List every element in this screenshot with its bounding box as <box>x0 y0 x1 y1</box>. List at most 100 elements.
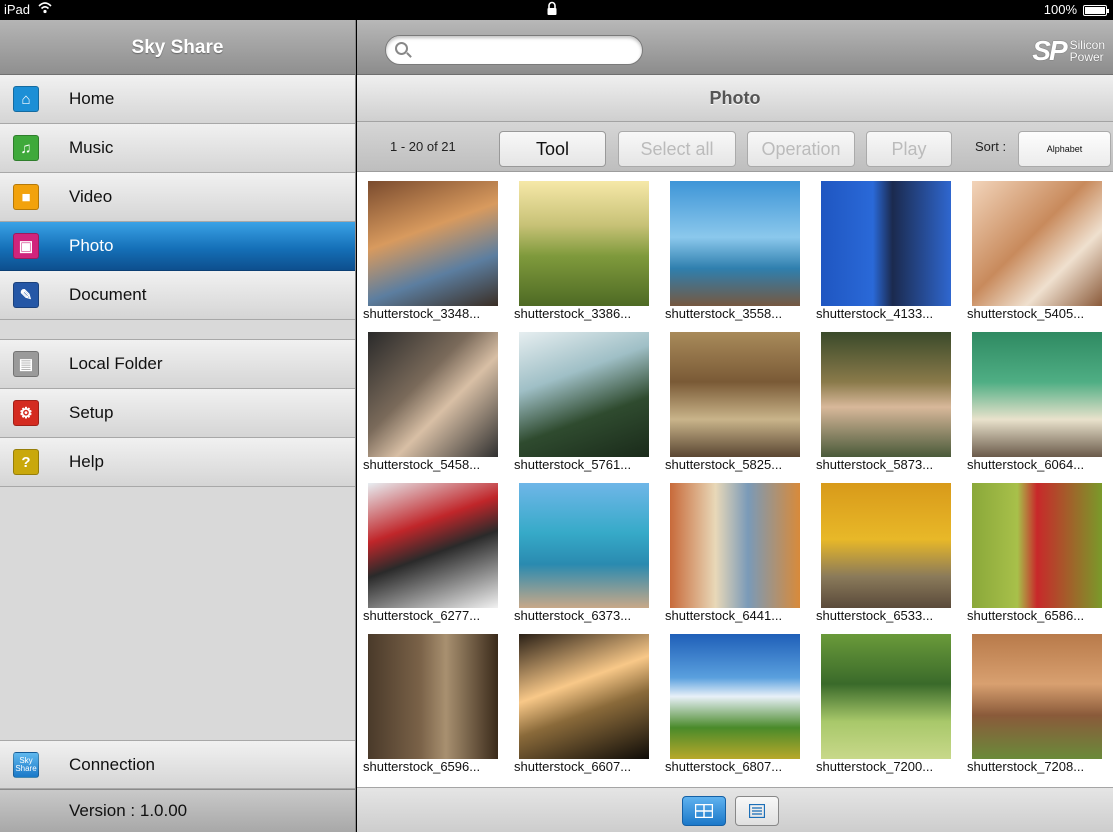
nav-group-tools: ▤ Local Folder ⚙ Setup? Help <box>0 340 355 487</box>
tool-button[interactable]: Tool <box>499 131 606 167</box>
photo-tile[interactable]: shutterstock_6596... <box>357 625 508 776</box>
sidebar-item-label: Help <box>69 452 104 471</box>
lock-icon <box>546 1 558 19</box>
photo-thumbnail[interactable] <box>821 181 951 306</box>
photo-thumbnail[interactable] <box>821 332 951 457</box>
sort-select[interactable]: Alphabet <box>1018 131 1111 167</box>
photo-tile[interactable]: shutterstock_6607... <box>508 625 659 776</box>
photo-thumbnail[interactable] <box>368 634 498 759</box>
photo-thumbnail[interactable] <box>670 634 800 759</box>
photo-thumbnail[interactable] <box>519 332 649 457</box>
photo-tile[interactable]: shutterstock_3386... <box>508 172 659 323</box>
document-icon: ✎ <box>13 282 39 308</box>
photo-filename: shutterstock_3386... <box>514 306 632 321</box>
select-all-button[interactable]: Select all <box>618 131 736 167</box>
photo-filename: shutterstock_6441... <box>665 608 783 623</box>
photo-thumbnail[interactable] <box>519 634 649 759</box>
photo-tile[interactable]: shutterstock_5825... <box>659 323 810 474</box>
photo-tile[interactable]: shutterstock_6441... <box>659 474 810 625</box>
photo-icon: ▣ <box>13 233 39 259</box>
photo-filename: shutterstock_5873... <box>816 457 934 472</box>
sidebar-item-document[interactable]: ✎ Document <box>0 271 355 320</box>
sidebar-item-label: Photo <box>69 236 114 255</box>
sort-label: Sort : <box>975 139 1007 154</box>
list-view-button[interactable] <box>735 796 779 826</box>
sidebar-item-label: Music <box>69 138 114 157</box>
sidebar-item-video[interactable]: ■ Video <box>0 173 355 222</box>
photo-tile[interactable]: shutterstock_5761... <box>508 323 659 474</box>
photo-grid: shutterstock_3348... shutterstock_3386...… <box>357 172 1113 787</box>
photo-thumbnail[interactable] <box>368 332 498 457</box>
photo-tile[interactable]: shutterstock_5458... <box>357 323 508 474</box>
battery-icon <box>1083 5 1109 16</box>
photo-tile[interactable]: shutterstock_7200... <box>810 625 961 776</box>
search-icon <box>395 42 408 55</box>
grid-view-button[interactable] <box>682 796 726 826</box>
sidebar-item-setup[interactable]: ⚙ Setup <box>0 389 355 438</box>
photo-filename: shutterstock_6277... <box>363 608 481 623</box>
photo-filename: shutterstock_6533... <box>816 608 934 623</box>
bottom-bar <box>357 787 1113 832</box>
sky-share-icon-text: Sky Share <box>15 755 37 773</box>
sidebar-item-music[interactable]: ♫ Music <box>0 124 355 173</box>
photo-tile[interactable]: shutterstock_6586... <box>961 474 1112 625</box>
photo-tile[interactable]: shutterstock_5405... <box>961 172 1112 323</box>
sidebar-item-label: Connection <box>69 754 156 774</box>
photo-tile[interactable]: shutterstock_3348... <box>357 172 508 323</box>
photo-tile[interactable]: shutterstock_6533... <box>810 474 961 625</box>
silicon-power-logo: SP Silicon Power <box>1032 37 1105 65</box>
photo-thumbnail[interactable] <box>368 181 498 306</box>
play-button[interactable]: Play <box>866 131 952 167</box>
photo-filename: shutterstock_6607... <box>514 759 632 774</box>
page-title: Photo <box>357 75 1113 122</box>
sidebar-item-local-folder[interactable]: ▤ Local Folder <box>0 340 355 389</box>
sidebar-item-label: Document <box>69 285 147 304</box>
search-input[interactable] <box>414 40 634 60</box>
photo-thumbnail[interactable] <box>519 483 649 608</box>
photo-thumbnail[interactable] <box>821 634 951 759</box>
photo-thumbnail[interactable] <box>519 181 649 306</box>
photo-filename: shutterstock_5761... <box>514 457 632 472</box>
top-bar: SP Silicon Power <box>357 20 1113 75</box>
version-label: Version : 1.0.00 <box>0 789 355 832</box>
sidebar: Sky Share ⌂ Home ♫ Music ■ Video ▣ Photo ✎ Docume… <box>0 20 356 832</box>
photo-thumbnail[interactable] <box>368 483 498 608</box>
wifi-icon <box>38 1 52 18</box>
logo-line-2: Power <box>1069 50 1104 64</box>
photo-filename: shutterstock_5458... <box>363 457 481 472</box>
photo-tile[interactable]: shutterstock_6807... <box>659 625 810 776</box>
photo-thumbnail[interactable] <box>670 483 800 608</box>
sidebar-item-help[interactable]: ? Help <box>0 438 355 487</box>
photo-tile[interactable]: shutterstock_6373... <box>508 474 659 625</box>
photo-filename: shutterstock_7200... <box>816 759 934 774</box>
sidebar-item-connection[interactable]: Sky Share Connection <box>0 740 355 789</box>
photo-thumbnail[interactable] <box>972 634 1102 759</box>
search-box[interactable] <box>385 35 643 65</box>
photo-tile[interactable]: shutterstock_6064... <box>961 323 1112 474</box>
home-icon: ⌂ <box>13 86 39 112</box>
operation-button[interactable]: Operation <box>747 131 855 167</box>
photo-thumbnail[interactable] <box>821 483 951 608</box>
photo-thumbnail[interactable] <box>972 181 1102 306</box>
photo-tile[interactable]: shutterstock_3558... <box>659 172 810 323</box>
clipboard-icon: ▤ <box>13 351 39 377</box>
sidebar-item-photo[interactable]: ▣ Photo <box>0 222 355 271</box>
sidebar-item-home[interactable]: ⌂ Home <box>0 75 355 124</box>
photo-thumbnail[interactable] <box>670 181 800 306</box>
photo-filename: shutterstock_6586... <box>967 608 1085 623</box>
gears-icon: ⚙ <box>13 400 39 426</box>
photo-tile[interactable]: shutterstock_6277... <box>357 474 508 625</box>
photo-tile[interactable]: shutterstock_4133... <box>810 172 961 323</box>
sky-share-icon: Sky Share <box>13 751 39 778</box>
photo-tile[interactable]: shutterstock_5873... <box>810 323 961 474</box>
sidebar-item-label: Local Folder <box>69 354 163 373</box>
photo-filename: shutterstock_6807... <box>665 759 783 774</box>
photo-tile[interactable]: shutterstock_7208... <box>961 625 1112 776</box>
status-bar: iPad 100% <box>0 0 1113 20</box>
photo-thumbnail[interactable] <box>972 483 1102 608</box>
photo-thumbnail[interactable] <box>670 332 800 457</box>
photo-filename: shutterstock_5405... <box>967 306 1085 321</box>
app-title: Sky Share <box>0 20 355 75</box>
photo-thumbnail[interactable] <box>972 332 1102 457</box>
photo-filename: shutterstock_5825... <box>665 457 783 472</box>
